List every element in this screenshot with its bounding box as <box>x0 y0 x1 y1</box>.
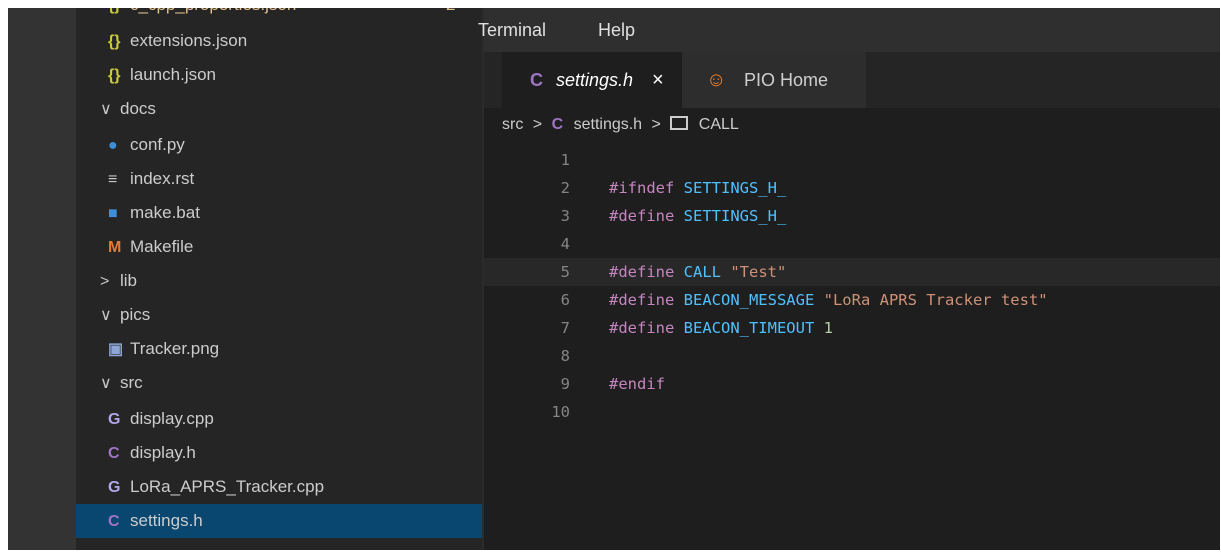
code-line[interactable]: 4 <box>484 230 1220 258</box>
explorer-item-label: make.bat <box>130 203 200 222</box>
explorer-item-label: LoRa_APRS_Tracker.cpp <box>130 477 325 496</box>
code-text: #endif <box>609 370 665 398</box>
cpp-icon: G <box>108 411 121 428</box>
code-line[interactable]: 7 #define BEACON_TIMEOUT 1 <box>484 314 1220 342</box>
code-text: #ifndef SETTINGS_H_ <box>609 174 786 202</box>
editor-area: Terminal Help C settings.h × ☺ PIO Home … <box>478 8 1220 550</box>
tab-pio-home[interactable]: ☺ PIO Home <box>682 52 866 108</box>
c-header-icon: C <box>108 513 120 530</box>
line-number: 1 <box>560 151 570 169</box>
tab-label: settings.h <box>556 70 634 90</box>
json-icon: {} <box>108 33 121 50</box>
c-file-icon: C <box>530 70 543 90</box>
line-number: 5 <box>560 263 570 281</box>
code-line[interactable]: 2 #ifndef SETTINGS_H_ <box>484 174 1220 202</box>
code-token: BEACON_MESSAGE <box>683 291 824 309</box>
line-number: 7 <box>560 319 570 337</box>
code-token: #endif <box>609 375 665 393</box>
code-line[interactable]: 10 <box>484 398 1220 426</box>
breadcrumb-symbol[interactable]: CALL <box>699 116 739 133</box>
json-icon: {} <box>108 8 130 23</box>
code-text: #define BEACON_MESSAGE "LoRa APRS Tracke… <box>609 286 1048 314</box>
code-line[interactable]: 5 #define CALL "Test" <box>484 258 1220 286</box>
cpp-icon: G <box>108 479 121 496</box>
tab-settings-h[interactable]: C settings.h × <box>502 52 682 108</box>
code-token: "Test" <box>730 263 787 281</box>
tab-bar: C settings.h × ☺ PIO Home <box>484 52 1220 108</box>
code-text: #define BEACON_TIMEOUT 1 <box>609 314 833 342</box>
breadcrumb-file[interactable]: settings.h <box>574 116 642 133</box>
image-icon: ▣ <box>108 341 124 358</box>
code-text: #define CALL "Test" <box>609 258 786 286</box>
code-token: SETTINGS_H_ <box>683 207 787 225</box>
code-token: #define <box>609 319 684 337</box>
tab-label: PIO Home <box>744 70 829 90</box>
explorer-item-label: pics <box>120 305 151 324</box>
makefile-icon: M <box>108 239 122 256</box>
explorer-item-label: extensions.json <box>130 31 248 50</box>
file-explorer: {}c_cpp_properties.json2{}extensions.jso… <box>76 8 482 550</box>
line-number: 4 <box>560 235 570 253</box>
explorer-item-label: display.cpp <box>130 409 214 428</box>
explorer-item-label: Tracker.png <box>130 339 220 358</box>
line-number: 10 <box>551 403 570 421</box>
c-header-icon: C <box>108 445 120 462</box>
chevron-down-icon: ∨ <box>100 375 112 392</box>
code-line[interactable]: 9 #endif <box>484 370 1220 398</box>
explorer-item-label: launch.json <box>130 65 217 84</box>
platformio-icon: ☺ <box>706 69 727 91</box>
explorer-item-label: Makefile <box>130 237 194 256</box>
c-file-icon: C <box>551 116 564 133</box>
close-icon[interactable]: × <box>652 52 664 108</box>
line-number: 6 <box>560 291 570 309</box>
code-token: 1 <box>823 319 833 337</box>
explorer-item-label: c_cpp_properties.json <box>130 8 296 14</box>
code-line[interactable]: 8 <box>484 342 1220 370</box>
line-number: 8 <box>560 347 570 365</box>
line-number: 2 <box>560 179 570 197</box>
explorer-item-label: display.h <box>130 443 196 462</box>
menu-bar: Terminal Help <box>478 8 1220 52</box>
menu-terminal[interactable]: Terminal <box>478 20 546 41</box>
chevron-down-icon: ∨ <box>100 101 112 118</box>
explorer-item-label: index.rst <box>130 169 195 188</box>
symbol-constant-icon <box>670 116 689 130</box>
breadcrumb-folder[interactable]: src <box>502 116 523 133</box>
explorer-item-label: lib <box>120 271 138 290</box>
explorer-file[interactable]: Csettings.h <box>76 504 482 538</box>
code-token: #define <box>609 207 684 225</box>
chevron-down-icon: ∨ <box>100 307 112 324</box>
code-token: #define <box>609 291 684 309</box>
code-token: SETTINGS_H_ <box>683 179 787 197</box>
chevron-right-icon: > <box>651 116 661 133</box>
explorer-item-label: docs <box>120 99 156 118</box>
code-token: "LoRa APRS Tracker test" <box>823 291 1048 309</box>
code-line[interactable]: 6 #define BEACON_MESSAGE "LoRa APRS Track… <box>484 286 1220 314</box>
python-icon: ● <box>108 137 118 154</box>
code-token: #ifndef <box>609 179 684 197</box>
chevron-right-icon: > <box>532 116 543 133</box>
code-token: #define <box>609 263 684 281</box>
menu-help[interactable]: Help <box>598 20 635 41</box>
code-line[interactable]: 3 #define SETTINGS_H_ <box>484 202 1220 230</box>
code-token: BEACON_TIMEOUT <box>683 319 824 337</box>
breadcrumb: src > C settings.h > CALL <box>502 116 739 134</box>
windows-batch-icon: ■ <box>108 205 118 222</box>
code-token: CALL <box>683 263 731 281</box>
activity-bar <box>8 8 76 550</box>
code-line[interactable]: 1 <box>484 146 1220 174</box>
explorer-item-label: src <box>120 373 143 392</box>
line-number: 9 <box>560 375 570 393</box>
explorer-item-label: settings.h <box>130 511 203 530</box>
explorer-item-label: conf.py <box>130 135 185 154</box>
chevron-right-icon: > <box>100 273 110 290</box>
json-icon: {} <box>108 67 121 84</box>
problem-count-badge: 2 <box>446 8 455 22</box>
vscode-window: {}c_cpp_properties.json2{}extensions.jso… <box>8 8 1220 550</box>
line-number: 3 <box>560 207 570 225</box>
code-text: #define SETTINGS_H_ <box>609 202 786 230</box>
text-lines-icon: ≡ <box>108 171 118 188</box>
